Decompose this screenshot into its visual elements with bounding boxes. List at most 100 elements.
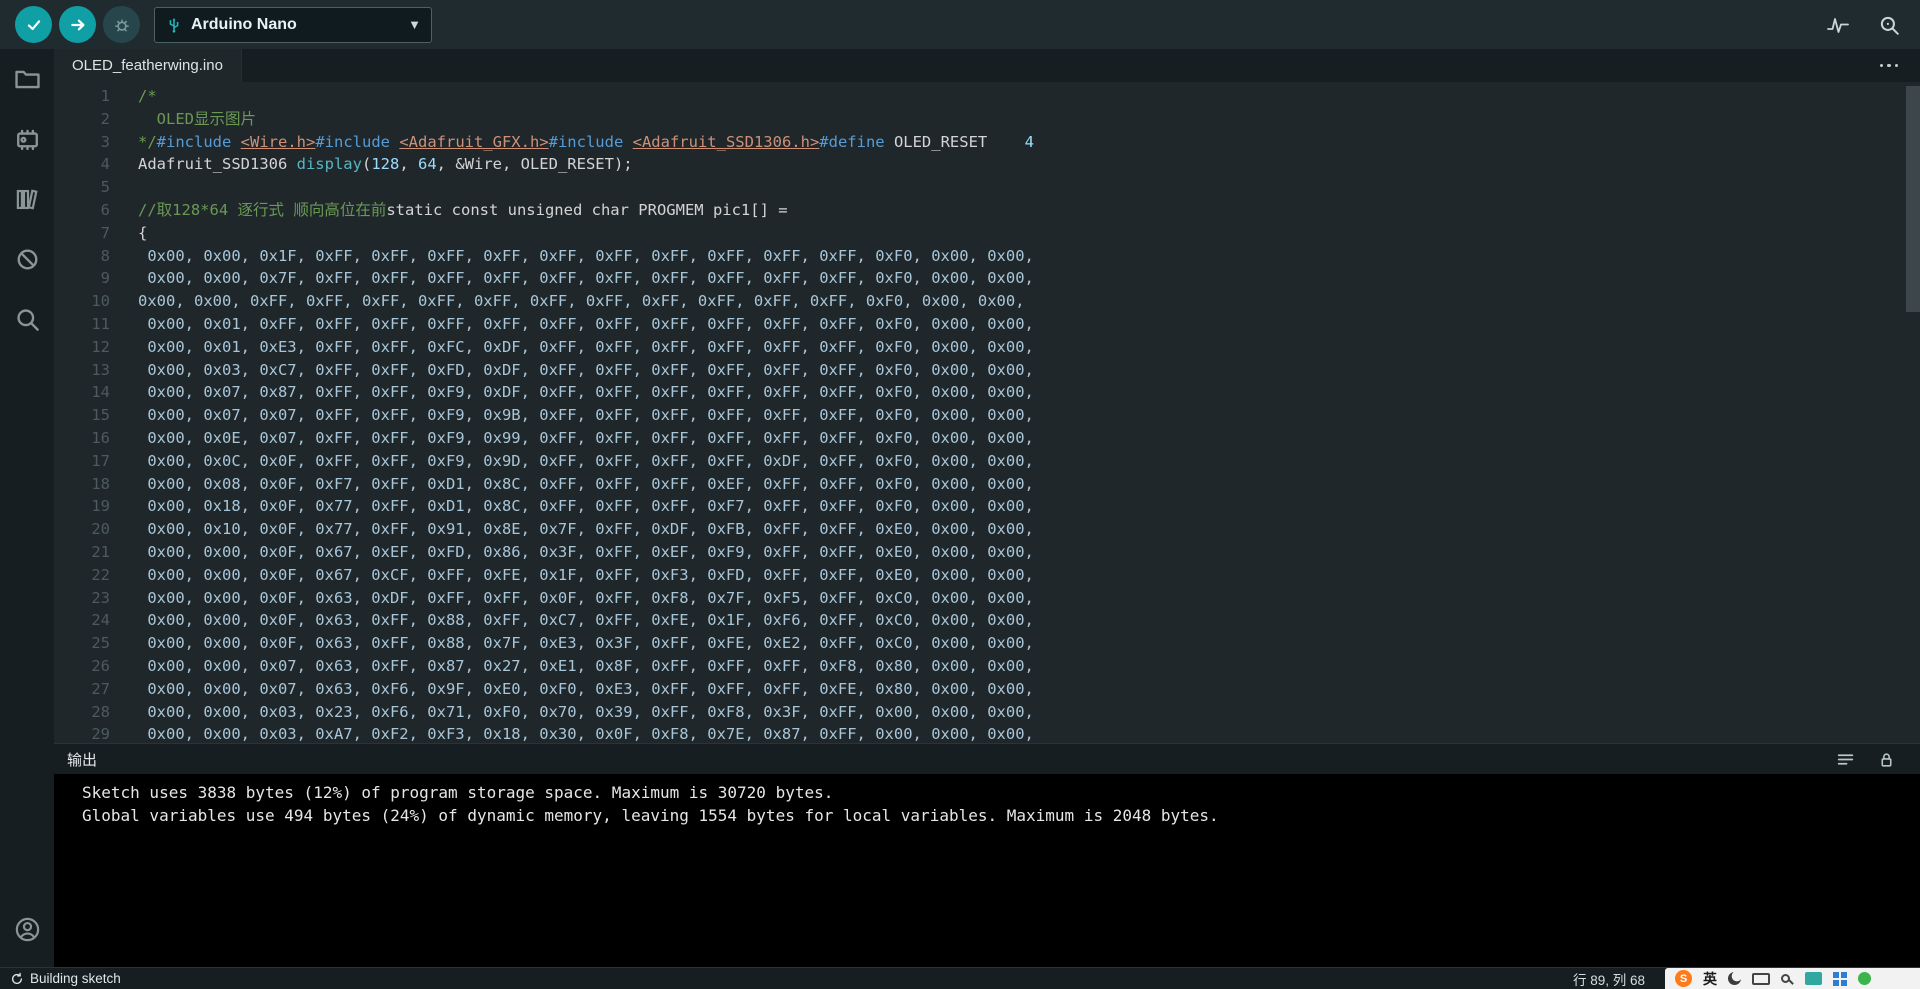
upload-button[interactable] [59, 6, 96, 43]
sidebar-item-debug[interactable] [0, 229, 54, 289]
code-line[interactable]: 7{ [54, 222, 1920, 245]
code-text: 0x00, 0x08, 0x0F, 0xF7, 0xFF, 0xD1, 0x8C… [138, 474, 1034, 493]
ime-image-icon[interactable] [1805, 972, 1822, 985]
code-line[interactable]: 24 0x00, 0x00, 0x0F, 0x63, 0xFF, 0x88, 0… [54, 609, 1920, 632]
serial-plotter-button[interactable] [1826, 14, 1850, 36]
code-line[interactable]: 19 0x00, 0x18, 0x0F, 0x77, 0xFF, 0xD1, 0… [54, 495, 1920, 518]
line-number: 24 [91, 611, 110, 630]
code-line[interactable]: 16 0x00, 0x0E, 0x07, 0xFF, 0xFF, 0xF9, 0… [54, 427, 1920, 450]
code-line[interactable]: 23 0x00, 0x00, 0x0F, 0x63, 0xDF, 0xFF, 0… [54, 587, 1920, 610]
cursor-position[interactable]: 行 89, 列 68 [1573, 969, 1645, 989]
line-number: 10 [91, 292, 110, 311]
sidebar-item-account[interactable] [0, 899, 54, 959]
line-number: 18 [91, 474, 110, 493]
code-text: 0x00, 0x03, 0xC7, 0xFF, 0xFF, 0xFD, 0xDF… [138, 360, 1034, 379]
line-number: 25 [91, 634, 110, 653]
code-line[interactable]: 15 0x00, 0x07, 0x07, 0xFF, 0xFF, 0xF9, 0… [54, 404, 1920, 427]
editor-scrollbar[interactable] [1906, 82, 1920, 743]
code-line[interactable]: 17 0x00, 0x0C, 0x0F, 0xFF, 0xFF, 0xF9, 0… [54, 450, 1920, 473]
code-text: 0x00, 0x01, 0xFF, 0xFF, 0xFF, 0xFF, 0xFF… [138, 314, 1034, 333]
toggle-autoscroll-button[interactable] [1877, 750, 1896, 769]
code-text: 0x00, 0x00, 0x0F, 0x63, 0xFF, 0x88, 0x7F… [138, 634, 1034, 653]
code-line[interactable]: 27 0x00, 0x00, 0x07, 0x63, 0xF6, 0x9F, 0… [54, 678, 1920, 701]
line-number: 2 [100, 109, 110, 128]
more-actions-button[interactable] [1879, 49, 1920, 82]
code-text: 0x00, 0x07, 0x07, 0xFF, 0xFF, 0xF9, 0x9B… [138, 406, 1034, 425]
console-line: Global variables use 494 bytes (24%) of … [82, 806, 1219, 825]
code-text: 0x00, 0x00, 0x0F, 0x63, 0xDF, 0xFF, 0xFF… [138, 588, 1034, 607]
sidebar-item-library-manager[interactable] [0, 169, 54, 229]
ime-toolbox-icon[interactable] [1833, 971, 1847, 986]
code-line[interactable]: 5 [54, 176, 1920, 199]
code-line[interactable]: 1 /* [54, 85, 1920, 108]
code-lines: 1/* 2 OLED显示图片 3 */#include <Wire.h>#includ… [54, 85, 1920, 743]
code-line[interactable]: 2 OLED显示图片 [54, 108, 1920, 131]
chevron-down-icon: ▼ [408, 17, 421, 32]
ime-moon-icon[interactable] [1728, 972, 1741, 985]
code-line[interactable]: 18 0x00, 0x08, 0x0F, 0xF7, 0xFF, 0xD1, 0… [54, 473, 1920, 496]
ime-toolbar: S 英 [1665, 967, 1920, 989]
code-line[interactable]: 26 0x00, 0x00, 0x07, 0x63, 0xFF, 0x87, 0… [54, 655, 1920, 678]
code-text: 0x00, 0x00, 0x07, 0x63, 0xFF, 0x87, 0x27… [138, 656, 1034, 675]
serial-monitor-button[interactable] [1878, 14, 1900, 36]
line-number: 21 [91, 542, 110, 561]
line-number: 26 [91, 656, 110, 675]
search-icon [14, 306, 41, 333]
line-number: 3 [100, 132, 110, 151]
tab-oled-featherwing[interactable]: OLED_featherwing.ino [54, 49, 242, 82]
folder-icon [14, 66, 41, 93]
code-line[interactable]: 28 0x00, 0x00, 0x03, 0x23, 0xF6, 0x71, 0… [54, 701, 1920, 724]
clear-output-button[interactable] [1836, 750, 1855, 769]
line-number: 4 [100, 155, 110, 174]
code-text: 0x00, 0x0C, 0x0F, 0xFF, 0xFF, 0xF9, 0x9D… [138, 451, 1034, 470]
ime-status-icon[interactable] [1858, 972, 1871, 985]
line-number: 15 [91, 406, 110, 425]
ime-keyboard-icon[interactable] [1752, 972, 1770, 985]
arrow-right-icon [69, 16, 87, 34]
code-text: Adafruit_SSD1306 display(128, 64, &Wire,… [138, 155, 633, 174]
ime-search-icon[interactable] [1781, 974, 1790, 983]
code-line[interactable]: 10 0x00, 0x00, 0xFF, 0xFF, 0xFF, 0xFF, 0x… [54, 290, 1920, 313]
code-text: 0x00, 0x00, 0x03, 0x23, 0xF6, 0x71, 0xF0… [138, 702, 1034, 721]
sidebar-item-boards-manager[interactable] [0, 109, 54, 169]
code-line[interactable]: 9 0x00, 0x00, 0x7F, 0xFF, 0xFF, 0xFF, 0x… [54, 267, 1920, 290]
line-number: 1 [100, 87, 110, 105]
code-editor[interactable]: 1/* 2 OLED显示图片 3 */#include <Wire.h>#includ… [54, 82, 1920, 743]
ime-lang-indicator[interactable]: 英 [1703, 969, 1717, 989]
sidebar-item-search[interactable] [0, 289, 54, 349]
code-line[interactable]: 13 0x00, 0x03, 0xC7, 0xFF, 0xFF, 0xFD, 0… [54, 359, 1920, 382]
scrollbar-thumb[interactable] [1906, 86, 1920, 312]
ime-logo-icon[interactable]: S [1675, 970, 1692, 987]
code-text: 0x00, 0x00, 0x7F, 0xFF, 0xFF, 0xFF, 0xFF… [138, 269, 1034, 288]
toolbar-right-actions [1826, 14, 1920, 36]
code-line[interactable]: 8 0x00, 0x00, 0x1F, 0xFF, 0xFF, 0xFF, 0x… [54, 245, 1920, 268]
code-line[interactable]: 22 0x00, 0x00, 0x0F, 0x67, 0xCF, 0xFF, 0… [54, 564, 1920, 587]
debug-button[interactable] [103, 6, 140, 43]
code-text: /* [138, 87, 157, 105]
code-line[interactable]: 12 0x00, 0x01, 0xE3, 0xFF, 0xFF, 0xFC, 0… [54, 336, 1920, 359]
bug-icon [113, 16, 131, 34]
console-content: Sketch uses 3838 bytes (12%) of program … [54, 774, 1920, 967]
sidebar-item-sketchbook[interactable] [0, 49, 54, 109]
tab-label: OLED_featherwing.ino [72, 57, 223, 74]
board-selector[interactable]: Arduino Nano ▼ [154, 6, 432, 43]
debug-panel-icon [14, 246, 41, 273]
code-text: OLED显示图片 [138, 109, 256, 128]
line-number: 28 [91, 702, 110, 721]
code-line[interactable]: 3 */#include <Wire.h>#include <Adafruit_G… [54, 131, 1920, 154]
line-number: 23 [91, 588, 110, 607]
line-number: 13 [91, 360, 110, 379]
code-line[interactable]: 6 //取128*64 逐行式 顺向高位在前static const unsign… [54, 199, 1920, 222]
code-line[interactable]: 21 0x00, 0x00, 0x0F, 0x67, 0xEF, 0xFD, 0… [54, 541, 1920, 564]
verify-button[interactable] [15, 6, 52, 43]
code-line[interactable]: 4 Adafruit_SSD1306 display(128, 64, &Wire… [54, 153, 1920, 176]
code-line[interactable]: 14 0x00, 0x07, 0x87, 0xFF, 0xFF, 0xF9, 0… [54, 381, 1920, 404]
code-line[interactable]: 29 0x00, 0x00, 0x03, 0xA7, 0xF2, 0xF3, 0… [54, 723, 1920, 743]
line-number: 7 [100, 223, 110, 242]
code-line[interactable]: 20 0x00, 0x10, 0x0F, 0x77, 0xFF, 0x91, 0… [54, 518, 1920, 541]
code-line[interactable]: 25 0x00, 0x00, 0x0F, 0x63, 0xFF, 0x88, 0… [54, 632, 1920, 655]
code-text: */#include <Wire.h>#include <Adafruit_GF… [138, 132, 1034, 151]
code-text: { [138, 223, 148, 242]
code-line[interactable]: 11 0x00, 0x01, 0xFF, 0xFF, 0xFF, 0xFF, 0… [54, 313, 1920, 336]
